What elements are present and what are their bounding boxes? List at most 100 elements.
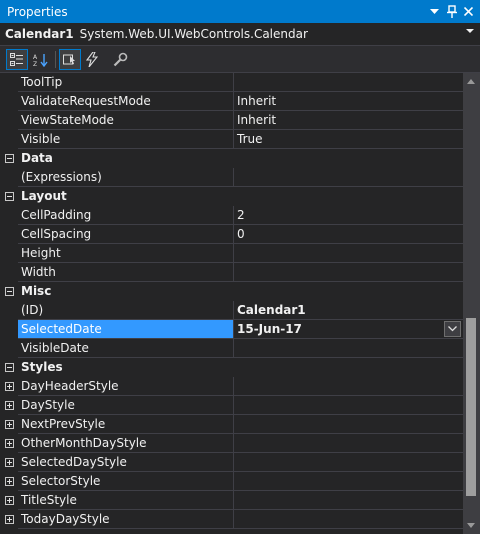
events-lightning-icon[interactable]: [81, 49, 103, 70]
alphabetical-sort-icon[interactable]: A Z: [30, 49, 52, 70]
collapse-icon[interactable]: [5, 363, 14, 372]
category-layout[interactable]: Layout: [0, 187, 463, 206]
close-icon[interactable]: [461, 3, 476, 20]
property-name: VisibleDate: [18, 339, 234, 358]
category-label: Misc: [21, 284, 52, 298]
category-styles[interactable]: Styles: [0, 358, 463, 377]
property-value[interactable]: [234, 244, 463, 263]
collapse-icon[interactable]: [5, 154, 14, 163]
property-row-viewstatemode[interactable]: ViewStateMode Inherit: [0, 111, 463, 130]
object-selector-chevron-down-icon[interactable]: [466, 29, 474, 33]
property-value[interactable]: [234, 415, 463, 434]
auto-hide-pin-icon[interactable]: [444, 3, 459, 20]
categorized-view-icon[interactable]: [6, 49, 28, 70]
property-value[interactable]: [234, 377, 463, 396]
property-name: Visible: [18, 130, 234, 149]
expand-icon[interactable]: [5, 439, 14, 448]
property-name: SelectedDayStyle: [18, 453, 234, 472]
property-row-nextprevstyle[interactable]: NextPrevStyle: [0, 415, 463, 434]
window-title: Properties: [7, 4, 68, 19]
scrollbar-thumb[interactable]: [466, 318, 476, 496]
expand-icon[interactable]: [5, 477, 14, 486]
category-label: Styles: [21, 360, 63, 374]
property-value[interactable]: [234, 339, 463, 358]
property-name: CellSpacing: [18, 225, 234, 244]
property-value[interactable]: Inherit: [234, 92, 463, 111]
date-dropdown-button[interactable]: [444, 321, 461, 337]
object-type: System.Web.UI.WebControls.Calendar: [79, 26, 308, 41]
property-name: NextPrevStyle: [18, 415, 234, 434]
property-name: DayHeaderStyle: [18, 377, 234, 396]
property-value[interactable]: [234, 396, 463, 415]
property-value-editor[interactable]: 15-Jun-17: [234, 320, 463, 339]
property-name: ValidateRequestMode: [18, 92, 234, 111]
property-row-selectorstyle[interactable]: SelectorStyle: [0, 472, 463, 491]
expand-icon[interactable]: [5, 420, 14, 429]
chevron-down-icon: [448, 326, 457, 332]
property-row-height[interactable]: Height: [0, 244, 463, 263]
expand-icon[interactable]: [5, 382, 14, 391]
property-row-othermonthdaystyle[interactable]: OtherMonthDayStyle: [0, 434, 463, 453]
property-row-width[interactable]: Width: [0, 263, 463, 282]
property-pages-wrench-icon[interactable]: [109, 49, 131, 70]
object-name: Calendar1: [5, 26, 74, 41]
property-value[interactable]: Inherit: [234, 111, 463, 130]
property-row-visible[interactable]: Visible True: [0, 130, 463, 149]
property-value[interactable]: 2: [234, 206, 463, 225]
property-row-tooltip[interactable]: ToolTip: [0, 73, 463, 92]
expand-icon[interactable]: [5, 515, 14, 524]
expand-icon[interactable]: [5, 496, 14, 505]
property-value[interactable]: [234, 168, 463, 187]
scroll-up-arrow-icon[interactable]: [467, 79, 475, 84]
property-name: ViewStateMode: [18, 111, 234, 130]
property-row-id[interactable]: (ID) Calendar1: [0, 301, 463, 320]
property-row-titlestyle[interactable]: TitleStyle: [0, 491, 463, 510]
collapse-icon[interactable]: [5, 192, 14, 201]
property-value[interactable]: Calendar1: [234, 301, 463, 320]
scroll-down-arrow-icon[interactable]: [467, 523, 475, 528]
collapse-icon[interactable]: [5, 287, 14, 296]
property-value[interactable]: [234, 453, 463, 472]
property-value[interactable]: [234, 491, 463, 510]
properties-toolbar: A Z: [0, 45, 480, 73]
property-value[interactable]: [234, 510, 463, 529]
property-value[interactable]: [234, 472, 463, 491]
property-row-visibledate[interactable]: VisibleDate: [0, 339, 463, 358]
property-name: TitleStyle: [18, 491, 234, 510]
expand-icon[interactable]: [5, 401, 14, 410]
property-row-todaydaystyle[interactable]: TodayDayStyle: [0, 510, 463, 529]
property-row-cellpadding[interactable]: CellPadding 2: [0, 206, 463, 225]
window-position-dropdown-icon[interactable]: [427, 3, 442, 20]
property-name: CellPadding: [18, 206, 234, 225]
property-row-daystyle[interactable]: DayStyle: [0, 396, 463, 415]
property-row-expressions[interactable]: (Expressions): [0, 168, 463, 187]
category-data[interactable]: Data: [0, 149, 463, 168]
expand-icon[interactable]: [5, 458, 14, 467]
toolbar-separator: [55, 51, 56, 68]
property-row-selecteddate[interactable]: SelectedDate 15-Jun-17: [0, 320, 463, 339]
property-row-validaterequestmode[interactable]: ValidateRequestMode Inherit: [0, 92, 463, 111]
property-name: TodayDayStyle: [18, 510, 234, 529]
selected-date-value[interactable]: 15-Jun-17: [237, 322, 302, 336]
property-row-cellspacing[interactable]: CellSpacing 0: [0, 225, 463, 244]
property-name: ToolTip: [18, 73, 234, 92]
property-value[interactable]: [234, 434, 463, 453]
property-name: Height: [18, 244, 234, 263]
property-name: SelectedDate: [18, 320, 234, 339]
property-value[interactable]: True: [234, 130, 463, 149]
property-value[interactable]: [234, 73, 463, 92]
property-name: OtherMonthDayStyle: [18, 434, 234, 453]
category-label: Data: [21, 151, 53, 165]
property-name: SelectorStyle: [18, 472, 234, 491]
property-row-dayheaderstyle[interactable]: DayHeaderStyle: [0, 377, 463, 396]
object-selector[interactable]: Calendar1 System.Web.UI.WebControls.Cale…: [0, 23, 480, 44]
properties-title-bar[interactable]: Properties: [0, 0, 480, 23]
category-misc[interactable]: Misc: [0, 282, 463, 301]
property-value[interactable]: [234, 263, 463, 282]
vertical-scrollbar[interactable]: [463, 73, 480, 534]
svg-text:A: A: [33, 54, 38, 61]
properties-view-icon[interactable]: [59, 49, 81, 70]
property-value[interactable]: 0: [234, 225, 463, 244]
property-row-selecteddaystyle[interactable]: SelectedDayStyle: [0, 453, 463, 472]
property-name: DayStyle: [18, 396, 234, 415]
